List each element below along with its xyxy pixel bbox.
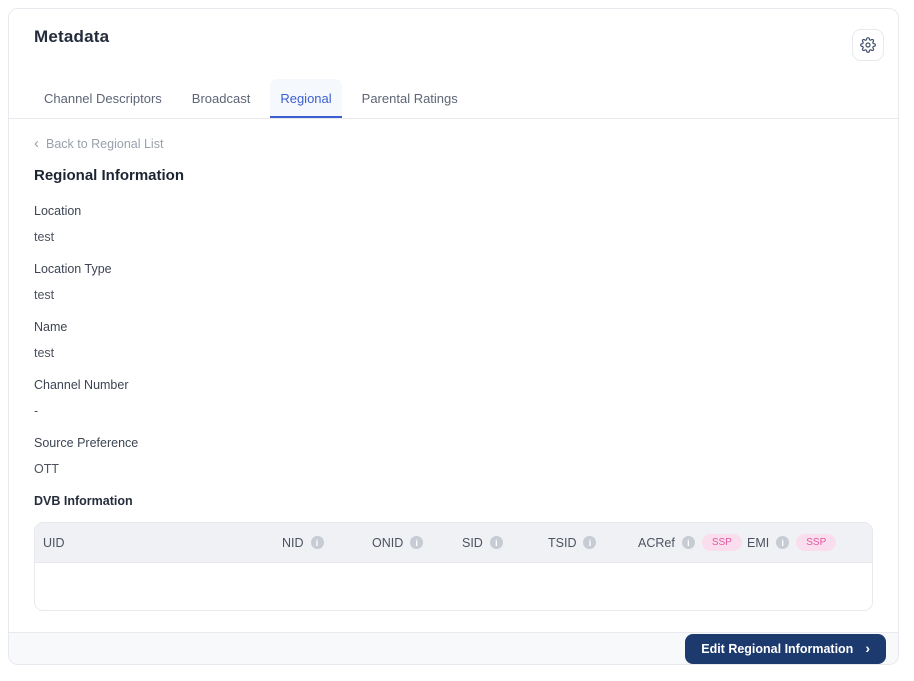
back-link-label: Back to Regional List xyxy=(46,137,164,151)
field-location-type: Location Type test xyxy=(34,262,873,303)
column-header-uid: UID xyxy=(43,536,282,550)
field-value: test xyxy=(34,288,55,302)
dvb-table-header-row: UID NID i ONID i SID i TSID i ACRef i SS… xyxy=(35,523,872,563)
info-icon[interactable]: i xyxy=(776,536,790,549)
column-label: ONID xyxy=(372,535,404,550)
field-label: Name xyxy=(34,320,68,334)
column-header-nid: NID i xyxy=(282,536,372,550)
column-header-emi: EMI i SSP xyxy=(747,534,872,551)
edit-regional-information-button[interactable]: Edit Regional Information › xyxy=(685,633,886,664)
dvb-information-table: UID NID i ONID i SID i TSID i ACRef i SS… xyxy=(34,522,873,611)
info-icon[interactable]: i xyxy=(583,536,597,549)
edit-button-label: Edit Regional Information xyxy=(701,641,854,656)
info-icon[interactable]: i xyxy=(681,536,695,549)
column-header-sid: SID i xyxy=(462,536,548,550)
ssp-badge: SSP xyxy=(796,534,837,551)
field-source-preference: Source Preference OTT xyxy=(34,436,873,477)
tab-regional[interactable]: Regional xyxy=(270,79,342,118)
tab-bar: Channel Descriptors Broadcast Regional P… xyxy=(9,79,898,119)
back-to-regional-list-link[interactable]: ‹ Back to Regional List xyxy=(34,135,164,152)
dvb-table-empty-body xyxy=(35,563,872,610)
page-title: Metadata xyxy=(34,27,110,46)
section-heading: Regional Information xyxy=(34,167,184,184)
card-header: Metadata xyxy=(9,9,898,61)
column-header-tsid: TSID i xyxy=(548,536,638,550)
field-name: Name test xyxy=(34,320,873,361)
dvb-information-heading: DVB Information xyxy=(34,494,133,508)
tab-broadcast[interactable]: Broadcast xyxy=(182,79,261,118)
info-icon[interactable]: i xyxy=(310,536,324,549)
column-label: ACRef xyxy=(638,535,675,550)
column-label: NID xyxy=(282,535,304,550)
column-label: UID xyxy=(43,535,65,550)
settings-button[interactable] xyxy=(852,29,884,61)
field-value: test xyxy=(34,230,55,244)
gear-icon xyxy=(860,37,876,53)
column-header-acref: ACRef i SSP xyxy=(638,534,747,551)
field-channel-number: Channel Number - xyxy=(34,378,873,419)
field-location: Location test xyxy=(34,204,873,245)
tab-parental-ratings[interactable]: Parental Ratings xyxy=(352,79,468,118)
field-label: Channel Number xyxy=(34,378,129,392)
tab-content-regional: ‹ Back to Regional List Regional Informa… xyxy=(9,119,898,632)
field-value: test xyxy=(34,346,55,360)
field-label: Source Preference xyxy=(34,436,139,450)
column-label: TSID xyxy=(548,535,577,550)
info-icon[interactable]: i xyxy=(410,536,424,549)
column-header-onid: ONID i xyxy=(372,536,462,550)
column-label: SID xyxy=(462,535,483,550)
field-label: Location Type xyxy=(34,262,112,276)
card-footer: Edit Regional Information › xyxy=(9,632,898,664)
info-icon[interactable]: i xyxy=(489,536,503,549)
tab-channel-descriptors[interactable]: Channel Descriptors xyxy=(34,79,172,118)
chevron-left-icon: ‹ xyxy=(34,135,39,152)
metadata-card: Metadata Channel Descriptors Broadcast R… xyxy=(8,8,899,665)
ssp-badge: SSP xyxy=(701,534,742,551)
field-label: Location xyxy=(34,204,82,218)
column-label: EMI xyxy=(747,535,770,550)
field-value: OTT xyxy=(34,462,59,476)
field-value: - xyxy=(34,404,39,418)
chevron-right-icon: › xyxy=(865,640,870,656)
